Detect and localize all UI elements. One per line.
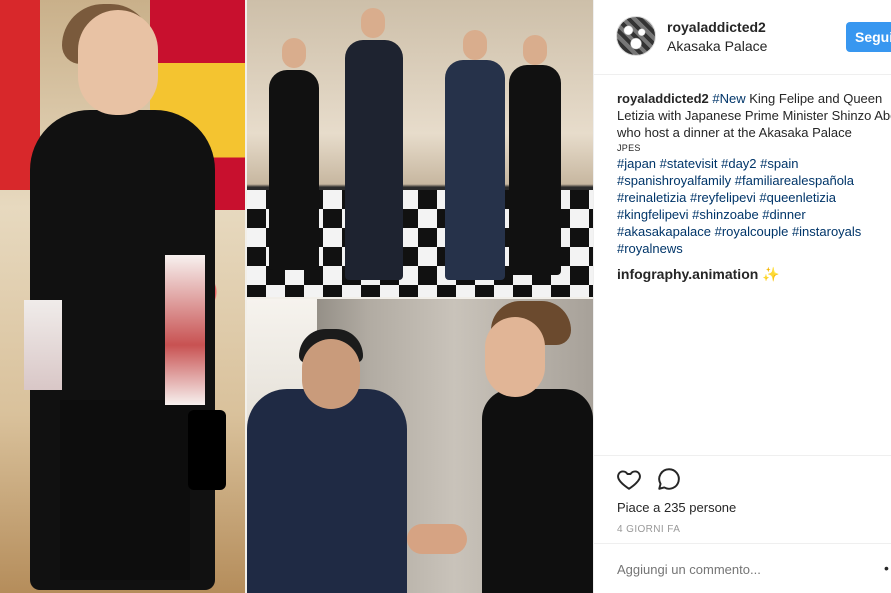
person-queen [269, 70, 319, 270]
avatar[interactable] [616, 16, 656, 56]
hashtag[interactable]: #spanishroyalfamily [617, 173, 731, 188]
hashtag[interactable]: #kingfelipevi [617, 207, 689, 222]
head-queen [282, 38, 306, 68]
comment-row: infography.animation ✨ [617, 266, 780, 283]
prime-minister-face [302, 339, 360, 409]
person-prime-minister [445, 60, 505, 280]
post-timestamp: 4 GIORNI FA [617, 524, 681, 535]
sparkles-emoji: ✨ [762, 266, 780, 282]
likes-count[interactable]: Piace a 235 persone [617, 500, 736, 515]
head-prime-minister [463, 30, 487, 60]
head-king [361, 8, 385, 38]
hashtag[interactable]: #royalnews [617, 241, 683, 256]
divider [594, 543, 891, 544]
hashtag[interactable]: #reinaletizia [617, 190, 686, 205]
person-wife [509, 65, 561, 275]
caption-username[interactable]: royaladdicted2 [617, 91, 709, 106]
hashtag[interactable]: #day2 [721, 156, 756, 171]
divider [594, 455, 891, 456]
queen-skirt [60, 400, 190, 580]
hashtag[interactable]: #akasakapalace [617, 224, 711, 239]
prime-minister-suit [247, 389, 407, 593]
comment-input[interactable] [617, 562, 867, 577]
hashtag[interactable]: #japan [617, 156, 656, 171]
caption-hashtags: #japan #statevisit #day2 #spain #spanish… [617, 155, 891, 257]
post-username[interactable]: royaladdicted2 [667, 19, 766, 35]
handshake [407, 524, 467, 554]
hashtag[interactable]: #instaroyals [792, 224, 861, 239]
head-wife [523, 35, 547, 65]
caption-lead-hashtag[interactable]: #New [712, 91, 745, 106]
hashtag[interactable]: #shinzoabe [692, 207, 759, 222]
hashtag[interactable]: #spain [760, 156, 798, 171]
photo-handshake [247, 299, 593, 593]
post-caption: royaladdicted2 #New King Felipe and Quee… [617, 90, 891, 257]
floral-sleeve-right [165, 255, 205, 405]
hashtag[interactable]: #royalcouple [715, 224, 789, 239]
hashtag[interactable]: #dinner [762, 207, 805, 222]
heart-icon[interactable] [616, 466, 642, 492]
more-options-icon[interactable]: • [884, 560, 889, 576]
comment-bubble-icon[interactable] [656, 466, 682, 492]
photo-group-portrait [247, 0, 593, 297]
follow-button[interactable]: Segui [846, 22, 891, 52]
post-header: royaladdicted2 Akasaka Palace Segui [594, 0, 891, 75]
floral-sleeve-left [24, 300, 62, 390]
post-image-collage[interactable] [0, 0, 593, 593]
queen-face [78, 10, 158, 115]
comment-username[interactable]: infography.animation [617, 266, 758, 282]
hashtag[interactable]: #queenletizia [759, 190, 836, 205]
caption-credit: JPES [617, 143, 641, 153]
hashtag[interactable]: #familiarealespañola [735, 173, 854, 188]
post-side-panel: royaladdicted2 Akasaka Palace Segui roya… [593, 0, 891, 593]
person-king [345, 40, 403, 280]
queen-dress-handshake [482, 389, 593, 593]
post-location[interactable]: Akasaka Palace [667, 38, 767, 54]
clutch-bag [188, 410, 226, 490]
hashtag[interactable]: #reyfelipevi [690, 190, 756, 205]
photo-queen-portrait [0, 0, 245, 593]
hashtag[interactable]: #statevisit [660, 156, 718, 171]
queen-face-handshake [485, 317, 545, 397]
